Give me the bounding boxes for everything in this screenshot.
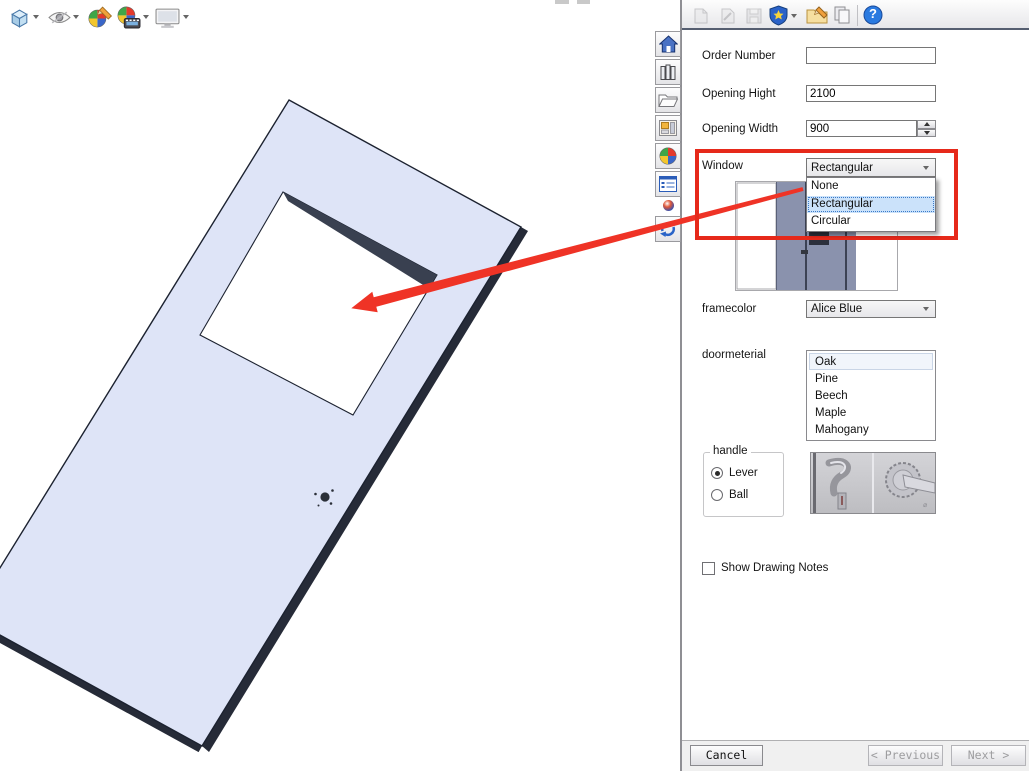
application-window: ? Order Number Opening Hight Opening Wid… (0, 0, 1029, 771)
opening-hight-input[interactable] (806, 85, 936, 102)
folder-edit-icon[interactable] (806, 6, 829, 26)
opening-width-label: Opening Width (702, 123, 778, 135)
framecolor-label: framecolor (702, 303, 756, 315)
spinner-down-button[interactable] (917, 129, 936, 138)
show-drawing-notes-label: Show Drawing Notes (721, 562, 828, 574)
chevron-down-icon[interactable] (143, 15, 149, 19)
handle-groupbox: handle (703, 452, 784, 517)
3d-viewport[interactable] (0, 0, 680, 771)
list-item-mahogany[interactable]: Mahogany (809, 421, 933, 438)
list-item-beech[interactable]: Beech (809, 387, 933, 404)
opening-hight-label: Opening Hight (702, 88, 776, 100)
view-settings-icon[interactable] (155, 8, 180, 29)
chevron-down-icon[interactable] (33, 15, 39, 19)
palette-icon (659, 120, 677, 136)
opening-width-spinner (917, 120, 936, 137)
shield-icon[interactable] (769, 5, 788, 26)
door-3d-model (0, 0, 680, 771)
list-item-maple[interactable]: Maple (809, 404, 933, 421)
toolbar-separator (857, 5, 858, 26)
chevron-down-icon[interactable] (183, 15, 189, 19)
help-icon[interactable]: ? (863, 5, 883, 25)
order-number-label: Order Number (702, 50, 776, 62)
down-arrow-icon (924, 131, 930, 135)
tab-view-palette[interactable] (655, 115, 681, 141)
open-database-icon (692, 7, 711, 25)
framecolor-dropdown-value: Alice Blue (807, 303, 862, 315)
radio-lever-label: Lever (729, 467, 758, 479)
apply-scene-icon[interactable] (116, 5, 141, 30)
help-glyph: ? (863, 6, 883, 21)
copy-icon[interactable] (833, 5, 851, 25)
radio-lever[interactable]: Lever (711, 467, 758, 479)
home-icon (659, 35, 678, 53)
radio-ball-label: Ball (729, 489, 748, 501)
tab-driveworks-sphere[interactable] (655, 196, 681, 214)
next-button[interactable]: Next > (951, 745, 1026, 766)
hide-show-items-icon[interactable] (48, 10, 71, 25)
color-ball-icon (659, 147, 677, 165)
view-orientation-cube-icon[interactable] (8, 7, 31, 30)
folder-icon (658, 92, 678, 108)
show-drawing-notes-checkbox[interactable] (702, 562, 715, 575)
up-arrow-icon (924, 122, 930, 126)
clipped-ui-artifact (577, 0, 590, 4)
clipped-ui-artifact (555, 0, 569, 4)
tab-file-explorer[interactable] (655, 87, 681, 113)
tab-solidworks-resources[interactable] (655, 31, 681, 57)
window-label: Window (702, 160, 743, 172)
radio-icon (711, 467, 723, 479)
sync-icon (658, 219, 678, 239)
tab-design-library[interactable] (655, 59, 681, 85)
radio-icon (711, 489, 723, 501)
opening-width-input[interactable] (806, 120, 917, 137)
tab-custom-properties[interactable] (655, 171, 681, 197)
sphere-icon (663, 200, 674, 211)
chevron-down-icon[interactable] (791, 14, 797, 18)
list-item-pine[interactable]: Pine (809, 370, 933, 387)
window-dropdown[interactable]: Rectangular (806, 158, 936, 177)
heads-up-view-toolbar (0, 0, 220, 34)
radio-ball[interactable]: Ball (711, 489, 748, 501)
chevron-down-icon (923, 307, 929, 311)
dropdown-option-circular[interactable]: Circular (807, 213, 935, 231)
doormeterial-label: doormeterial (702, 349, 766, 361)
window-dropdown-value: Rectangular (807, 162, 873, 174)
handle-preview-image: ⌀ (810, 452, 936, 514)
previous-button[interactable]: < Previous (868, 745, 943, 766)
dropdown-option-none[interactable]: None (807, 178, 935, 196)
svg-text:⌀: ⌀ (923, 501, 927, 509)
dropdown-option-rectangular[interactable]: Rectangular (807, 196, 935, 214)
cancel-button[interactable]: Cancel (690, 745, 763, 766)
save-icon (745, 7, 763, 25)
doormeterial-listbox: Oak Pine Beech Maple Mahogany (806, 350, 936, 441)
chevron-down-icon[interactable] (73, 15, 79, 19)
tab-appearances-scenes[interactable] (655, 143, 681, 169)
books-icon (659, 63, 677, 81)
handle-group-label: handle (710, 445, 751, 457)
form-icon (659, 176, 677, 192)
door-face (0, 100, 521, 746)
edit-appearance-icon[interactable] (88, 5, 113, 30)
spinner-up-button[interactable] (917, 120, 936, 129)
tab-refresh[interactable] (655, 216, 681, 242)
window-dropdown-list: None Rectangular Circular (806, 177, 936, 232)
edit-database-icon (719, 7, 738, 25)
chevron-down-icon (923, 166, 929, 170)
list-item-oak[interactable]: Oak (809, 353, 933, 370)
framecolor-dropdown[interactable]: Alice Blue (806, 300, 936, 318)
order-number-input[interactable] (806, 47, 936, 64)
